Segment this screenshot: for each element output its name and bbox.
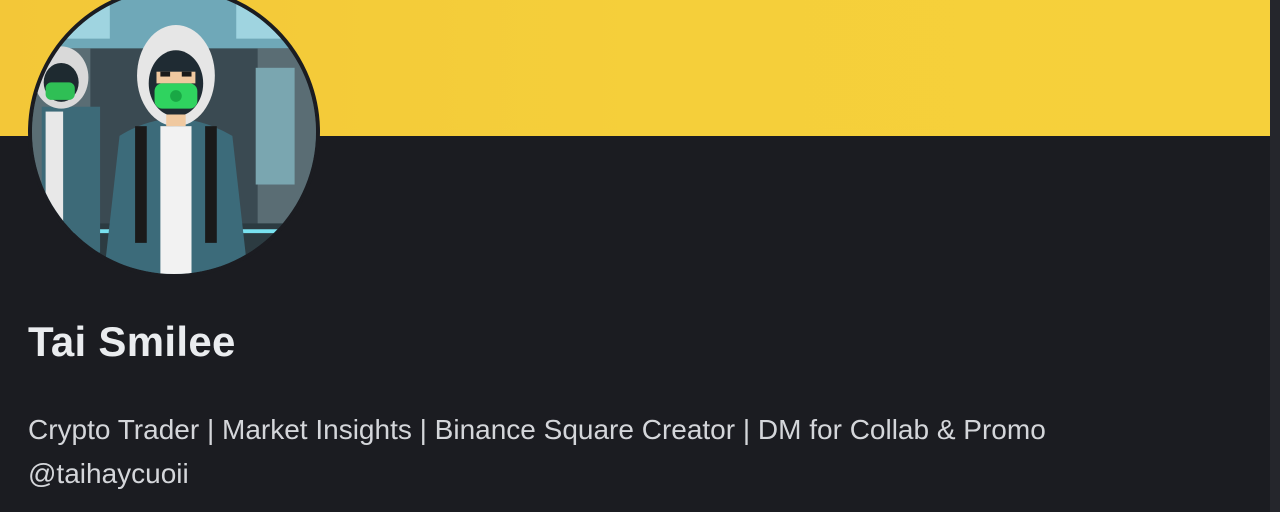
profile-bio: Crypto Trader | Market Insights | Binanc… — [28, 408, 1248, 496]
scrollbar[interactable] — [1270, 0, 1280, 512]
profile-handle[interactable]: @taihaycuoii — [28, 452, 1248, 496]
avatar-image — [32, 0, 316, 274]
bio-text: Crypto Trader | Market Insights | Binanc… — [28, 414, 1046, 445]
profile-name: Tai Smilee — [28, 318, 236, 365]
avatar[interactable] — [28, 0, 320, 278]
profile-header: Tai Smilee Crypto Trader | Market Insigh… — [0, 0, 1280, 512]
